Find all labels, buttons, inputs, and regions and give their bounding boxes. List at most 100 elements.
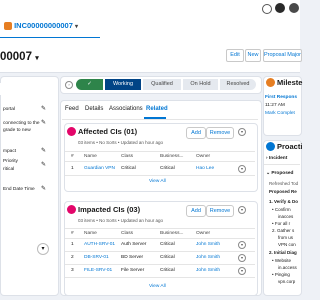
divider: [65, 175, 255, 176]
row-actions-icon[interactable]: ▾: [238, 254, 246, 262]
milestone-time: 11:27 AM: [265, 103, 285, 108]
tab-associations[interactable]: Associations: [109, 106, 143, 112]
divider: [65, 264, 255, 265]
ci-class: Auth Server: [121, 242, 147, 247]
remove-affected-button[interactable]: Remove: [206, 127, 234, 139]
row-actions-icon[interactable]: ▾: [238, 165, 246, 173]
add-affected-button[interactable]: Add: [186, 127, 206, 139]
column-header-owner[interactable]: Owner: [196, 154, 210, 159]
column-header-name[interactable]: Name: [84, 154, 97, 159]
chevron-down-icon[interactable]: ▾: [75, 24, 78, 30]
row-number: 1: [71, 242, 74, 247]
tab-details[interactable]: Details: [85, 106, 103, 112]
column-header-business[interactable]: Business...: [160, 154, 183, 159]
impacted-cis-title[interactable]: Impacted CIs (03): [78, 205, 140, 214]
ci-owner-link[interactable]: John Smith: [196, 242, 220, 247]
column-header-number: #: [71, 231, 74, 236]
ci-name-link[interactable]: FILE-SRV-01: [84, 268, 112, 273]
step-line: 1. Verify & Do: [269, 199, 299, 204]
ci-name-link[interactable]: DB-SRV-01: [84, 255, 109, 260]
row-number: 1: [71, 166, 74, 171]
case-number: 00007: [0, 51, 32, 63]
step-line: • Website: [272, 258, 291, 263]
column-header-business[interactable]: Business...: [160, 231, 183, 236]
expand-chevron-icon[interactable]: ▾: [37, 243, 49, 255]
row-actions-icon[interactable]: ▾: [238, 267, 246, 275]
proactive-icon: [266, 142, 275, 151]
tab-feed[interactable]: Feed: [65, 106, 79, 112]
column-header-number: #: [71, 154, 74, 159]
avatar[interactable]: [275, 3, 285, 13]
step-line: inacces: [278, 214, 294, 219]
ci-name-link[interactable]: Guardian VPN: [84, 166, 115, 171]
step-line: • Confirm: [272, 207, 291, 212]
incident-section[interactable]: › Incident: [266, 156, 287, 161]
step-line: in.access: [278, 265, 297, 270]
path-stage-completed[interactable]: ✓: [76, 79, 103, 90]
step-line: vpn.corp: [278, 279, 296, 284]
edit-pencil-icon[interactable]: ✎: [41, 161, 46, 168]
refreshed-label: Refreshed Tod: [269, 181, 299, 186]
proactive-title: Proacti: [277, 142, 303, 151]
edit-button[interactable]: Edit: [226, 49, 244, 62]
view-all-link[interactable]: View All: [149, 284, 166, 289]
incident-icon: [4, 22, 12, 31]
milestone-icon: [266, 78, 275, 87]
chevron-down-icon[interactable]: ▾: [35, 55, 39, 62]
column-header-name[interactable]: Name: [84, 231, 97, 236]
edit-pencil-icon[interactable]: ✎: [41, 105, 46, 112]
list-meta: 03 items • No Sorts • Updated an hour ag…: [78, 140, 163, 145]
step-line: 2. Initial Diag: [269, 250, 297, 255]
add-impacted-button[interactable]: Add: [186, 205, 206, 217]
chevron-down-icon[interactable]: ▾: [238, 206, 246, 214]
remove-impacted-button[interactable]: Remove: [206, 205, 234, 217]
milestones-title: Mileste: [277, 78, 303, 87]
divider: [65, 251, 255, 252]
tab-related[interactable]: Related: [146, 106, 168, 112]
column-header-class[interactable]: Class: [121, 231, 133, 236]
ci-business: Critical: [160, 166, 175, 171]
step-line: from us: [278, 235, 294, 240]
step-line: 2. Gather s: [272, 228, 295, 233]
edit-pencil-icon[interactable]: ✎: [41, 119, 46, 126]
column-header-class[interactable]: Class: [121, 154, 133, 159]
tab-label: INC00000000007: [14, 21, 73, 30]
proposed-resolution-label: Proposed Re: [269, 189, 297, 194]
ci-owner-link[interactable]: John Smith: [196, 268, 220, 273]
step-line: • For all r: [272, 221, 291, 226]
notifications-icon[interactable]: [289, 3, 299, 13]
chevron-down-icon[interactable]: ▾: [238, 128, 246, 136]
detail-line: End Date Time: [3, 187, 35, 192]
affected-cis-title[interactable]: Affected CIs (01): [78, 127, 137, 136]
ci-owner-link[interactable]: Hao Lee: [196, 166, 214, 171]
ci-owner-link[interactable]: John Smith: [196, 255, 220, 260]
ci-name-link[interactable]: AUTH-SRV-01: [84, 242, 115, 247]
divider: [65, 151, 255, 152]
row-number: 3: [71, 268, 74, 273]
proposal-major-incident-button[interactable]: Proposal Major I: [263, 49, 302, 62]
mark-complete-link[interactable]: Mark Complet: [265, 111, 295, 116]
divider: [65, 238, 255, 239]
ci-business: Critical: [160, 268, 175, 273]
view-all-link[interactable]: View All: [149, 179, 166, 184]
help-icon[interactable]: [262, 4, 272, 14]
edit-pencil-icon[interactable]: ✎: [41, 147, 46, 154]
detail-line: Priority: [3, 159, 18, 164]
affected-cis-icon: [67, 127, 76, 136]
column-header-owner[interactable]: Owner: [196, 231, 210, 236]
first-response-link[interactable]: First Respons: [265, 95, 297, 100]
proposed-section[interactable]: ⌄ Proposed: [266, 171, 293, 176]
detail-line: ritical: [3, 167, 15, 172]
page-title: 00007 ▾: [0, 51, 39, 63]
ci-class: BD Server: [121, 255, 144, 260]
path-stage-on-hold[interactable]: On Hold: [183, 79, 218, 90]
row-actions-icon[interactable]: ▾: [238, 241, 246, 249]
path-stage-resolved[interactable]: Resolved: [220, 79, 256, 90]
new-button[interactable]: New: [245, 49, 261, 62]
path-stage-working[interactable]: Working: [105, 79, 141, 90]
path-collapse-icon[interactable]: ›: [65, 81, 73, 89]
divider: [62, 119, 258, 120]
path-stage-qualified[interactable]: Qualified: [143, 79, 181, 90]
tab-incident[interactable]: INC00000000007 ▾: [0, 15, 100, 39]
edit-pencil-icon[interactable]: ✎: [41, 185, 46, 192]
